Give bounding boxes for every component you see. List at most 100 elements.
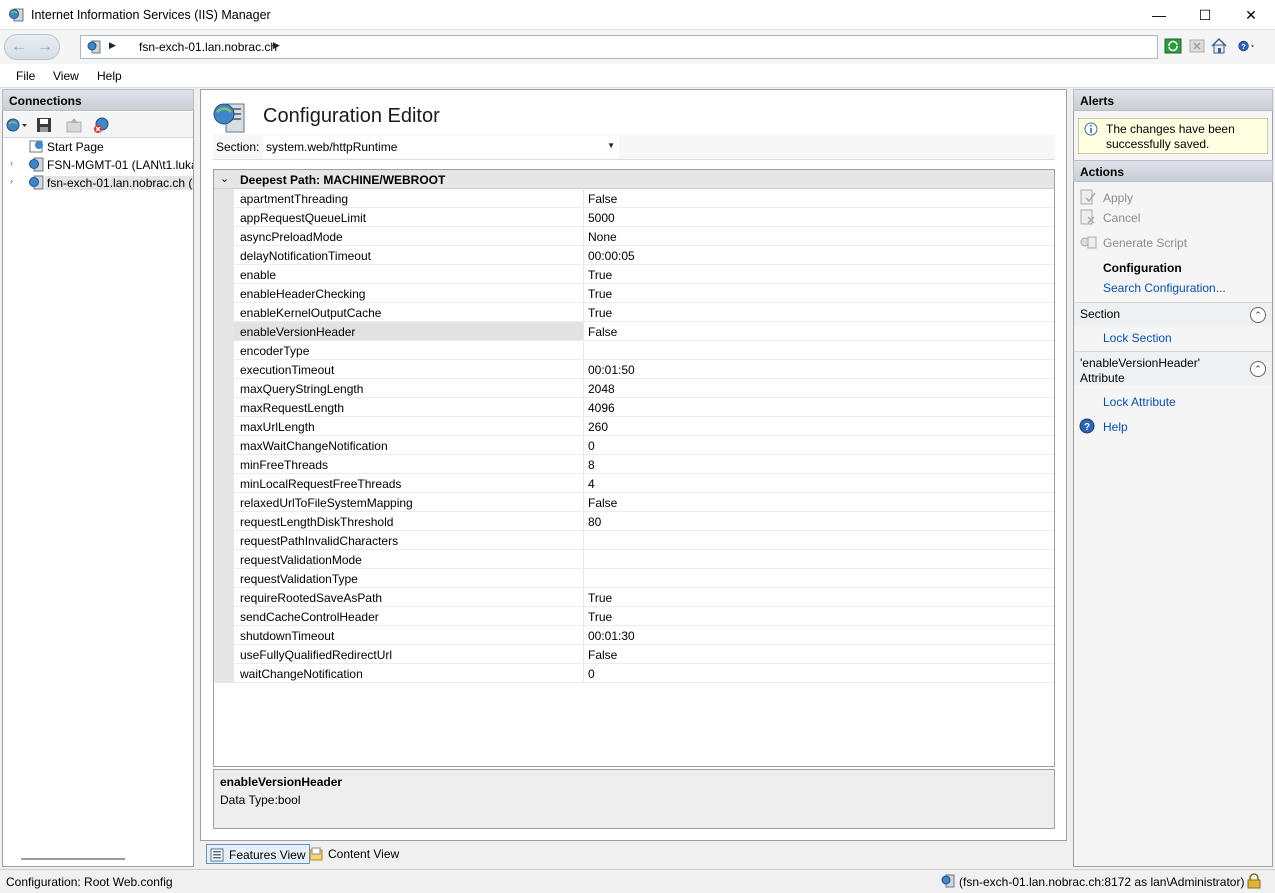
help-link[interactable]: ? Help (1074, 417, 1272, 437)
property-row[interactable]: asyncPreloadMode None (234, 227, 1054, 246)
close-button[interactable]: ✕ (1228, 0, 1274, 30)
maximize-button[interactable]: ☐ (1182, 0, 1228, 30)
property-value[interactable]: 00:00:05 (588, 249, 635, 263)
property-value[interactable]: None (588, 230, 617, 244)
property-row[interactable]: waitChangeNotification 0 (234, 664, 1054, 683)
property-value[interactable]: 260 (588, 420, 608, 434)
lock-attribute-link[interactable]: Lock Attribute (1074, 392, 1272, 412)
status-config-path: Configuration: Root Web.config (6, 875, 173, 889)
nav-buttons: ← → (4, 34, 60, 60)
tree-item-fsn-exch-01[interactable]: › fsn-exch-01.lan.nobrac.ch (l (3, 174, 193, 192)
tree-item-start-page[interactable]: Start Page (3, 138, 193, 156)
property-row[interactable]: requestLengthDiskThreshold 80 (234, 512, 1054, 531)
menu-file[interactable]: File (16, 69, 35, 83)
property-row[interactable]: maxWaitChangeNotification 0 (234, 436, 1054, 455)
property-row[interactable]: relaxedUrlToFileSystemMapping False (234, 493, 1054, 512)
property-value[interactable]: 0 (588, 439, 595, 453)
home-icon[interactable] (1210, 37, 1228, 55)
stop-icon[interactable] (1188, 37, 1206, 55)
property-row[interactable]: enableHeaderChecking True (234, 284, 1054, 303)
property-value[interactable]: True (588, 610, 612, 624)
connect-icon[interactable] (5, 116, 29, 134)
property-value[interactable]: False (588, 496, 617, 510)
property-row[interactable]: shutdownTimeout 00:01:30 (234, 626, 1054, 645)
chevron-down-icon[interactable]: ▼ (607, 141, 615, 150)
features-view-icon (210, 848, 224, 862)
minimize-button[interactable]: — (1136, 0, 1182, 30)
group-header[interactable]: ⌄ Deepest Path: MACHINE/WEBROOT (214, 170, 1054, 189)
property-value[interactable]: 00:01:50 (588, 363, 635, 377)
section-dropdown[interactable]: system.web/httpRuntime ▼ (263, 136, 619, 158)
property-row[interactable]: requestValidationType (234, 569, 1054, 588)
collapse-section-icon[interactable]: ⌃ (1250, 307, 1266, 323)
property-row[interactable]: maxRequestLength 4096 (234, 398, 1054, 417)
property-row[interactable]: enableKernelOutputCache True (234, 303, 1054, 322)
generate-script-action[interactable]: Generate Script (1074, 233, 1272, 253)
server-icon (29, 175, 44, 190)
property-value[interactable]: 8 (588, 458, 595, 472)
property-row[interactable]: sendCacheControlHeader True (234, 607, 1054, 626)
help-icon: ? (1079, 418, 1095, 434)
property-value[interactable]: 80 (588, 515, 601, 529)
property-value[interactable]: 4 (588, 477, 595, 491)
disconnect-icon[interactable] (93, 116, 111, 134)
property-value[interactable]: 5000 (588, 211, 615, 225)
tree-item-fsn-mgmt-01[interactable]: › FSN-MGMT-01 (LAN\t1.luka (3, 156, 193, 174)
breadcrumb-server[interactable]: fsn-exch-01.lan.nobrac.ch (139, 40, 277, 54)
apply-icon (1080, 189, 1096, 205)
property-row[interactable]: minLocalRequestFreeThreads 4 (234, 474, 1054, 493)
content-view-tab[interactable]: Content View (306, 844, 403, 864)
help-dropdown-icon[interactable]: ? (1238, 37, 1256, 55)
property-row[interactable]: requestPathInvalidCharacters (234, 531, 1054, 550)
collapse-attribute-icon[interactable]: ⌃ (1250, 361, 1266, 377)
refresh-icon[interactable] (1164, 37, 1182, 55)
address-field[interactable]: ▶ fsn-exch-01.lan.nobrac.ch ▶ (80, 35, 1158, 59)
expand-icon[interactable]: › (10, 176, 13, 186)
property-value[interactable]: True (588, 591, 612, 605)
breadcrumb-separator-icon[interactable]: ▶ (109, 40, 116, 51)
property-value[interactable]: True (588, 306, 612, 320)
property-row[interactable]: requireRootedSaveAsPath True (234, 588, 1054, 607)
property-row[interactable]: encoderType (234, 341, 1054, 360)
property-row[interactable]: appRequestQueueLimit 5000 (234, 208, 1054, 227)
features-view-tab[interactable]: Features View (206, 844, 311, 864)
expand-icon[interactable]: › (10, 158, 13, 168)
property-row[interactable]: useFullyQualifiedRedirectUrl False (234, 645, 1054, 664)
cancel-action[interactable]: Cancel (1074, 208, 1272, 228)
property-row[interactable]: delayNotificationTimeout 00:00:05 (234, 246, 1054, 265)
lock-icon (1247, 873, 1261, 889)
breadcrumb-separator-icon[interactable]: ▶ (273, 40, 280, 51)
apply-action[interactable]: Apply (1074, 188, 1272, 208)
save-icon[interactable] (35, 116, 53, 134)
property-value[interactable]: 4096 (588, 401, 615, 415)
property-row[interactable]: enableVersionHeader False (234, 322, 1054, 341)
property-value[interactable]: False (588, 648, 617, 662)
property-row[interactable]: requestValidationMode (234, 550, 1054, 569)
connections-header: Connections (2, 89, 194, 111)
property-row[interactable]: executionTimeout 00:01:50 (234, 360, 1054, 379)
lock-section-link[interactable]: Lock Section (1074, 328, 1272, 348)
property-value[interactable]: 00:01:30 (588, 629, 635, 643)
property-value[interactable]: False (588, 325, 617, 339)
property-row[interactable]: enable True (234, 265, 1054, 284)
property-value[interactable]: True (588, 287, 612, 301)
menu-help[interactable]: Help (97, 69, 122, 83)
horizontal-scrollbar[interactable] (21, 858, 125, 860)
menu-view[interactable]: View (53, 69, 79, 83)
property-row[interactable]: maxQueryStringLength 2048 (234, 379, 1054, 398)
property-value[interactable]: 0 (588, 667, 595, 681)
property-value[interactable]: False (588, 192, 617, 206)
property-value[interactable]: 2048 (588, 382, 615, 396)
search-configuration-link[interactable]: Search Configuration... (1074, 278, 1272, 298)
property-row[interactable]: apartmentThreading False (234, 189, 1054, 208)
property-row[interactable]: maxUrlLength 260 (234, 417, 1054, 436)
property-name: useFullyQualifiedRedirectUrl (234, 645, 584, 663)
up-level-icon[interactable] (65, 116, 83, 134)
property-name: maxQueryStringLength (234, 379, 584, 397)
collapse-group-icon[interactable]: ⌄ (220, 172, 229, 185)
content-view-icon (309, 847, 323, 861)
property-row[interactable]: minFreeThreads 8 (234, 455, 1054, 474)
property-value[interactable]: True (588, 268, 612, 282)
forward-button[interactable]: → (33, 37, 57, 57)
back-button[interactable]: ← (7, 37, 31, 57)
